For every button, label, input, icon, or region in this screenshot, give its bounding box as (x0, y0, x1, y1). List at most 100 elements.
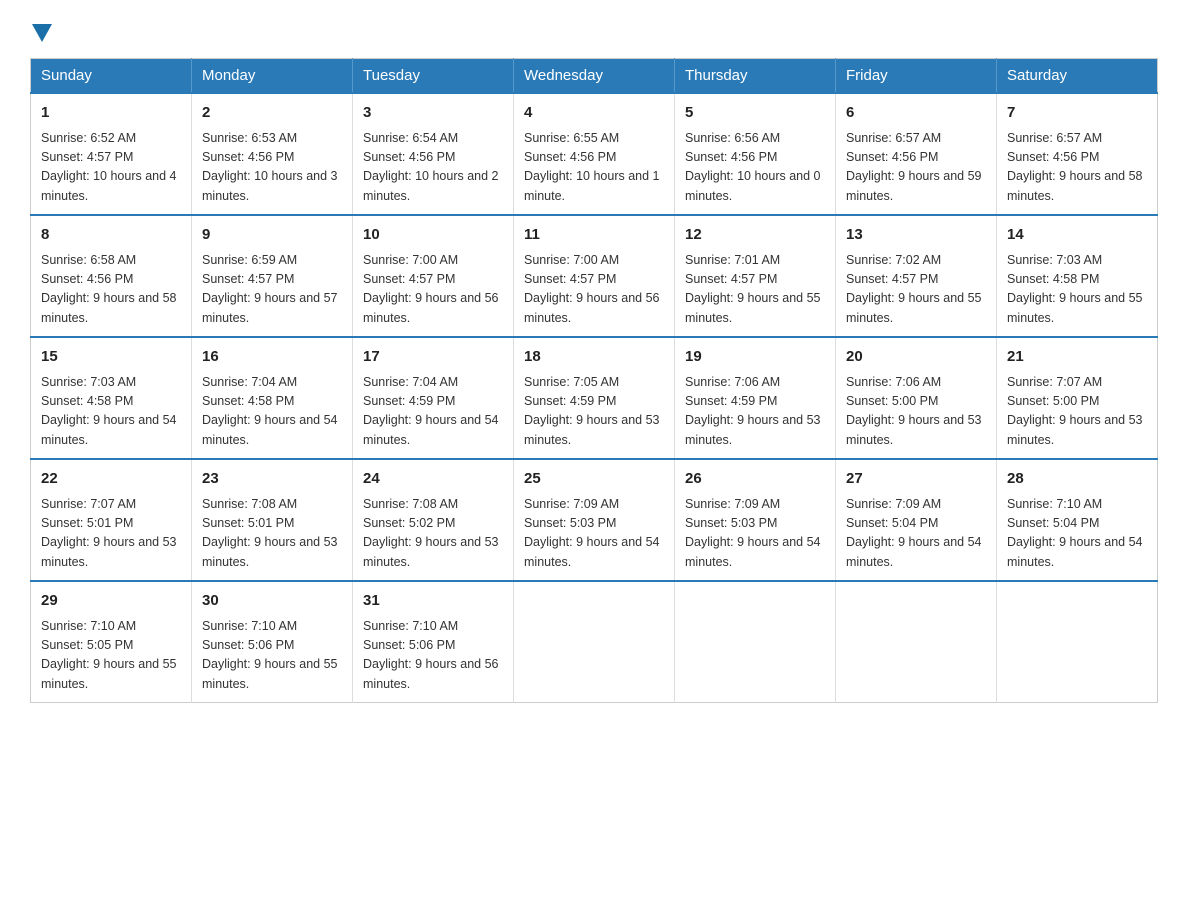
days-of-week-row: SundayMondayTuesdayWednesdayThursdayFrid… (31, 59, 1158, 94)
day-info: Sunrise: 7:04 AM Sunset: 4:58 PM Dayligh… (202, 373, 342, 451)
day-number: 3 (363, 102, 503, 125)
calendar-day-cell: 13 Sunrise: 7:02 AM Sunset: 4:57 PM Dayl… (836, 215, 997, 337)
day-info: Sunrise: 7:10 AM Sunset: 5:04 PM Dayligh… (1007, 495, 1147, 573)
day-of-week-header: Monday (192, 59, 353, 94)
calendar-day-cell: 30 Sunrise: 7:10 AM Sunset: 5:06 PM Dayl… (192, 581, 353, 703)
calendar-day-cell: 10 Sunrise: 7:00 AM Sunset: 4:57 PM Dayl… (353, 215, 514, 337)
calendar-day-cell (514, 581, 675, 703)
day-number: 31 (363, 590, 503, 613)
day-info: Sunrise: 7:03 AM Sunset: 4:58 PM Dayligh… (41, 373, 181, 451)
day-info: Sunrise: 7:05 AM Sunset: 4:59 PM Dayligh… (524, 373, 664, 451)
day-number: 6 (846, 102, 986, 125)
day-of-week-header: Wednesday (514, 59, 675, 94)
calendar-week-row: 29 Sunrise: 7:10 AM Sunset: 5:05 PM Dayl… (31, 581, 1158, 703)
day-number: 9 (202, 224, 342, 247)
calendar-day-cell: 23 Sunrise: 7:08 AM Sunset: 5:01 PM Dayl… (192, 459, 353, 581)
day-number: 19 (685, 346, 825, 369)
calendar-day-cell: 29 Sunrise: 7:10 AM Sunset: 5:05 PM Dayl… (31, 581, 192, 703)
day-info: Sunrise: 6:56 AM Sunset: 4:56 PM Dayligh… (685, 129, 825, 207)
day-number: 30 (202, 590, 342, 613)
day-number: 29 (41, 590, 181, 613)
day-info: Sunrise: 7:01 AM Sunset: 4:57 PM Dayligh… (685, 251, 825, 329)
day-number: 12 (685, 224, 825, 247)
calendar-day-cell: 11 Sunrise: 7:00 AM Sunset: 4:57 PM Dayl… (514, 215, 675, 337)
day-of-week-header: Sunday (31, 59, 192, 94)
day-info: Sunrise: 7:09 AM Sunset: 5:03 PM Dayligh… (524, 495, 664, 573)
day-number: 14 (1007, 224, 1147, 247)
calendar-day-cell: 6 Sunrise: 6:57 AM Sunset: 4:56 PM Dayli… (836, 93, 997, 215)
day-number: 27 (846, 468, 986, 491)
day-info: Sunrise: 6:58 AM Sunset: 4:56 PM Dayligh… (41, 251, 181, 329)
day-info: Sunrise: 6:54 AM Sunset: 4:56 PM Dayligh… (363, 129, 503, 207)
day-number: 5 (685, 102, 825, 125)
day-number: 13 (846, 224, 986, 247)
calendar-week-row: 1 Sunrise: 6:52 AM Sunset: 4:57 PM Dayli… (31, 93, 1158, 215)
calendar-day-cell: 31 Sunrise: 7:10 AM Sunset: 5:06 PM Dayl… (353, 581, 514, 703)
calendar-day-cell: 20 Sunrise: 7:06 AM Sunset: 5:00 PM Dayl… (836, 337, 997, 459)
calendar-week-row: 22 Sunrise: 7:07 AM Sunset: 5:01 PM Dayl… (31, 459, 1158, 581)
day-info: Sunrise: 6:57 AM Sunset: 4:56 PM Dayligh… (1007, 129, 1147, 207)
day-number: 18 (524, 346, 664, 369)
day-info: Sunrise: 7:10 AM Sunset: 5:06 PM Dayligh… (202, 617, 342, 695)
day-number: 20 (846, 346, 986, 369)
day-of-week-header: Tuesday (353, 59, 514, 94)
day-number: 26 (685, 468, 825, 491)
calendar-day-cell: 9 Sunrise: 6:59 AM Sunset: 4:57 PM Dayli… (192, 215, 353, 337)
day-number: 17 (363, 346, 503, 369)
day-info: Sunrise: 7:00 AM Sunset: 4:57 PM Dayligh… (524, 251, 664, 329)
logo (30, 20, 52, 40)
calendar-day-cell: 7 Sunrise: 6:57 AM Sunset: 4:56 PM Dayli… (997, 93, 1158, 215)
calendar-header: SundayMondayTuesdayWednesdayThursdayFrid… (31, 59, 1158, 94)
day-number: 10 (363, 224, 503, 247)
calendar-day-cell: 5 Sunrise: 6:56 AM Sunset: 4:56 PM Dayli… (675, 93, 836, 215)
day-of-week-header: Saturday (997, 59, 1158, 94)
day-info: Sunrise: 7:09 AM Sunset: 5:04 PM Dayligh… (846, 495, 986, 573)
calendar-day-cell: 16 Sunrise: 7:04 AM Sunset: 4:58 PM Dayl… (192, 337, 353, 459)
day-info: Sunrise: 7:10 AM Sunset: 5:05 PM Dayligh… (41, 617, 181, 695)
day-of-week-header: Friday (836, 59, 997, 94)
calendar-day-cell: 1 Sunrise: 6:52 AM Sunset: 4:57 PM Dayli… (31, 93, 192, 215)
calendar-day-cell: 24 Sunrise: 7:08 AM Sunset: 5:02 PM Dayl… (353, 459, 514, 581)
calendar-table: SundayMondayTuesdayWednesdayThursdayFrid… (30, 58, 1158, 703)
calendar-day-cell: 26 Sunrise: 7:09 AM Sunset: 5:03 PM Dayl… (675, 459, 836, 581)
day-number: 24 (363, 468, 503, 491)
calendar-day-cell: 19 Sunrise: 7:06 AM Sunset: 4:59 PM Dayl… (675, 337, 836, 459)
calendar-day-cell: 14 Sunrise: 7:03 AM Sunset: 4:58 PM Dayl… (997, 215, 1158, 337)
calendar-day-cell (836, 581, 997, 703)
day-number: 28 (1007, 468, 1147, 491)
day-info: Sunrise: 7:07 AM Sunset: 5:01 PM Dayligh… (41, 495, 181, 573)
calendar-day-cell: 21 Sunrise: 7:07 AM Sunset: 5:00 PM Dayl… (997, 337, 1158, 459)
calendar-day-cell (997, 581, 1158, 703)
page-header (30, 20, 1158, 40)
day-info: Sunrise: 6:59 AM Sunset: 4:57 PM Dayligh… (202, 251, 342, 329)
calendar-body: 1 Sunrise: 6:52 AM Sunset: 4:57 PM Dayli… (31, 93, 1158, 703)
logo-triangle-icon (32, 24, 52, 42)
calendar-week-row: 15 Sunrise: 7:03 AM Sunset: 4:58 PM Dayl… (31, 337, 1158, 459)
day-number: 22 (41, 468, 181, 491)
calendar-day-cell: 27 Sunrise: 7:09 AM Sunset: 5:04 PM Dayl… (836, 459, 997, 581)
day-info: Sunrise: 7:10 AM Sunset: 5:06 PM Dayligh… (363, 617, 503, 695)
day-number: 2 (202, 102, 342, 125)
day-number: 15 (41, 346, 181, 369)
calendar-day-cell: 28 Sunrise: 7:10 AM Sunset: 5:04 PM Dayl… (997, 459, 1158, 581)
calendar-day-cell: 15 Sunrise: 7:03 AM Sunset: 4:58 PM Dayl… (31, 337, 192, 459)
day-number: 23 (202, 468, 342, 491)
day-info: Sunrise: 7:09 AM Sunset: 5:03 PM Dayligh… (685, 495, 825, 573)
day-info: Sunrise: 6:53 AM Sunset: 4:56 PM Dayligh… (202, 129, 342, 207)
day-number: 21 (1007, 346, 1147, 369)
calendar-day-cell: 22 Sunrise: 7:07 AM Sunset: 5:01 PM Dayl… (31, 459, 192, 581)
calendar-day-cell: 18 Sunrise: 7:05 AM Sunset: 4:59 PM Dayl… (514, 337, 675, 459)
day-info: Sunrise: 7:02 AM Sunset: 4:57 PM Dayligh… (846, 251, 986, 329)
day-info: Sunrise: 7:06 AM Sunset: 5:00 PM Dayligh… (846, 373, 986, 451)
day-info: Sunrise: 7:08 AM Sunset: 5:02 PM Dayligh… (363, 495, 503, 573)
day-info: Sunrise: 7:07 AM Sunset: 5:00 PM Dayligh… (1007, 373, 1147, 451)
day-info: Sunrise: 7:06 AM Sunset: 4:59 PM Dayligh… (685, 373, 825, 451)
day-number: 8 (41, 224, 181, 247)
day-info: Sunrise: 6:57 AM Sunset: 4:56 PM Dayligh… (846, 129, 986, 207)
day-number: 25 (524, 468, 664, 491)
day-number: 4 (524, 102, 664, 125)
day-info: Sunrise: 7:04 AM Sunset: 4:59 PM Dayligh… (363, 373, 503, 451)
day-info: Sunrise: 7:00 AM Sunset: 4:57 PM Dayligh… (363, 251, 503, 329)
calendar-day-cell: 3 Sunrise: 6:54 AM Sunset: 4:56 PM Dayli… (353, 93, 514, 215)
calendar-day-cell: 25 Sunrise: 7:09 AM Sunset: 5:03 PM Dayl… (514, 459, 675, 581)
